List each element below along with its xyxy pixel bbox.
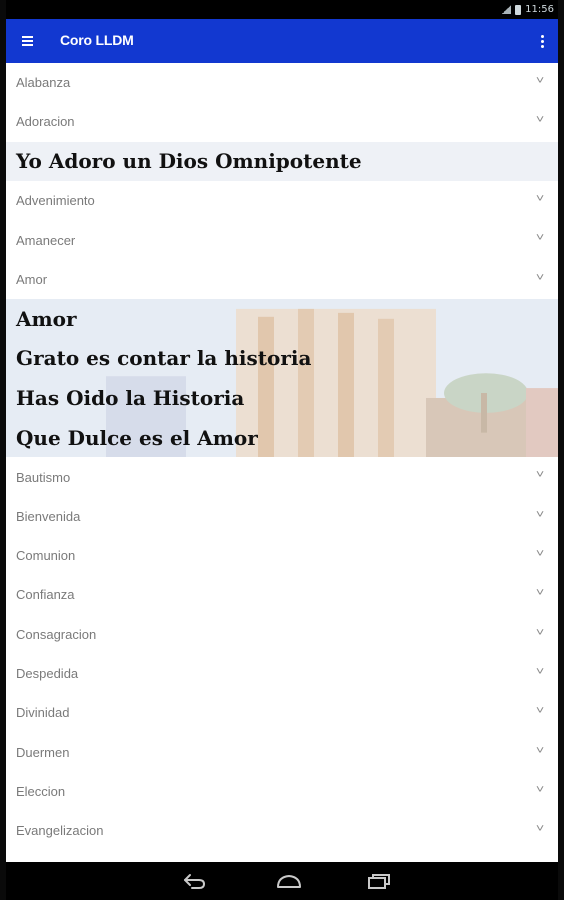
chevron-down-icon[interactable]: ˅ xyxy=(532,587,548,599)
battery-icon xyxy=(515,4,522,15)
category-label: Despedida xyxy=(16,666,79,682)
category-row[interactable]: Alabanza ˅ xyxy=(6,63,558,102)
song-title[interactable]: Que Dulce es el Amor xyxy=(6,418,558,458)
category-label: Adoracion xyxy=(16,114,75,130)
category-list: Alabanza ˅ Adoracion ˅ Yo Adoro un Dios Omni… xyxy=(6,63,558,862)
category-row[interactable]: Advenimiento ˅ xyxy=(6,181,558,220)
signal-icon xyxy=(502,5,512,14)
status-indicators: 11:56 xyxy=(502,3,554,16)
category-row[interactable]: Amanecer ˅ xyxy=(6,220,558,259)
chevron-down-icon[interactable]: ˅ xyxy=(532,75,548,87)
category-label: Bautismo xyxy=(16,469,71,485)
chevron-down-icon[interactable]: ˅ xyxy=(532,232,548,244)
song-title[interactable]: Has Oido la Historia xyxy=(6,378,558,418)
category-row[interactable]: Comunion ˅ xyxy=(6,536,558,575)
category-label: Amor xyxy=(16,271,48,287)
song-title[interactable]: Grato es contar la historia xyxy=(6,339,558,379)
category-label: Divinidad xyxy=(16,705,70,721)
song-group: Amor Grato es contar la historia Has Oido … xyxy=(6,299,558,458)
navigation-bar xyxy=(6,862,558,900)
app-title: Coro LLDM xyxy=(60,32,134,48)
chevron-down-icon[interactable]: ˅ xyxy=(532,469,548,481)
category-row[interactable]: Bienvenida ˅ xyxy=(6,497,558,536)
status-time: 11:56 xyxy=(525,4,554,15)
category-row[interactable]: Consagracion ˅ xyxy=(6,615,558,654)
app-bar: Coro LLDM xyxy=(6,19,558,63)
back-arrow-icon[interactable] xyxy=(182,870,208,892)
device-frame: 11:56 Coro LLDM Alabanza ˅ Adoracion ˅ Yo Ad… xyxy=(0,0,564,900)
category-row[interactable]: Evangelizacion ˅ xyxy=(6,811,558,850)
status-bar: 11:56 xyxy=(6,0,558,19)
chevron-down-icon[interactable]: ˅ xyxy=(532,548,548,560)
category-label: Bienvenida xyxy=(16,508,81,524)
category-label: Alabanza xyxy=(16,75,71,91)
song-title[interactable]: Amor xyxy=(6,299,558,339)
vertical-dots-icon[interactable] xyxy=(536,31,548,51)
category-row[interactable]: Adoracion ˅ xyxy=(6,102,558,141)
category-label: Advenimiento xyxy=(16,193,95,209)
song-group: Yo Adoro un Dios Omnipotente xyxy=(6,141,558,182)
category-row[interactable]: Divinidad ˅ xyxy=(6,693,558,732)
chevron-down-icon[interactable]: ˅ xyxy=(532,114,548,126)
category-label: Eleccion xyxy=(16,783,66,799)
category-row[interactable]: Eleccion ˅ xyxy=(6,772,558,811)
category-label: Duermen xyxy=(16,744,70,760)
chevron-down-icon[interactable]: ˅ xyxy=(532,784,548,796)
category-label: Amanecer xyxy=(16,232,76,248)
chevron-down-icon[interactable]: ˅ xyxy=(532,745,548,757)
home-icon[interactable] xyxy=(274,871,304,891)
chevron-down-icon[interactable]: ˅ xyxy=(532,705,548,717)
chevron-down-icon[interactable]: ˅ xyxy=(532,666,548,678)
chevron-down-icon[interactable]: ˅ xyxy=(532,627,548,639)
category-label: Comunion xyxy=(16,548,76,564)
hamburger-menu-icon[interactable] xyxy=(22,33,38,49)
category-row[interactable]: Duermen ˅ xyxy=(6,733,558,772)
chevron-down-icon[interactable]: ˅ xyxy=(532,272,548,284)
category-label: Evangelizacion xyxy=(16,823,104,839)
category-row[interactable]: Despedida ˅ xyxy=(6,654,558,693)
chevron-down-icon[interactable]: ˅ xyxy=(532,509,548,521)
category-label: Confianza xyxy=(16,587,75,603)
category-row[interactable]: Amor ˅ xyxy=(6,260,558,299)
chevron-down-icon[interactable]: ˅ xyxy=(532,193,548,205)
chevron-down-icon[interactable]: ˅ xyxy=(532,823,548,835)
category-row[interactable]: Bautismo ˅ xyxy=(6,457,558,496)
category-row[interactable]: Confianza ˅ xyxy=(6,575,558,614)
song-title[interactable]: Yo Adoro un Dios Omnipotente xyxy=(6,142,558,182)
category-label: Consagracion xyxy=(16,626,97,642)
recent-apps-icon[interactable] xyxy=(366,871,392,891)
